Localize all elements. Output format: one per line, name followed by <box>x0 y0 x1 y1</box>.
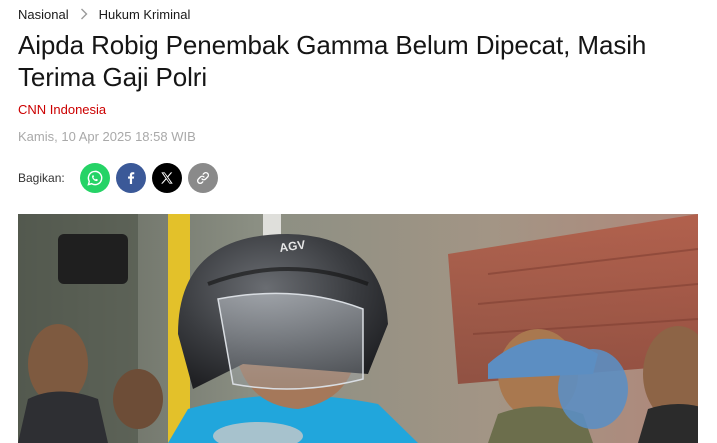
article-hero-image: AGV <box>18 214 698 443</box>
chevron-right-icon <box>77 7 91 21</box>
article-date: Kamis, 10 Apr 2025 18:58 WIB <box>18 129 196 144</box>
whatsapp-icon <box>87 170 103 186</box>
share-copy-link-button[interactable] <box>187 163 218 193</box>
hero-photo: AGV <box>18 214 698 443</box>
share-x-button[interactable] <box>151 163 182 193</box>
share-whatsapp-button[interactable] <box>79 163 110 193</box>
breadcrumb-item-hukum-kriminal[interactable]: Hukum Kriminal <box>99 7 191 22</box>
link-icon <box>196 172 209 184</box>
facebook-icon <box>127 172 134 184</box>
breadcrumb-item-nasional[interactable]: Nasional <box>18 7 69 22</box>
share-facebook-button[interactable] <box>115 163 146 193</box>
share-label: Bagikan: <box>18 171 65 185</box>
article-title: Aipda Robig Penembak Gamma Belum Dipecat… <box>18 30 647 92</box>
article-page: Nasional Hukum Kriminal Aipda Robig Pene… <box>0 0 717 443</box>
article-source-link[interactable]: CNN Indonesia <box>18 102 106 117</box>
breadcrumb: Nasional Hukum Kriminal <box>18 5 190 23</box>
x-icon <box>160 172 173 184</box>
share-bar: Bagikan: <box>18 162 224 194</box>
